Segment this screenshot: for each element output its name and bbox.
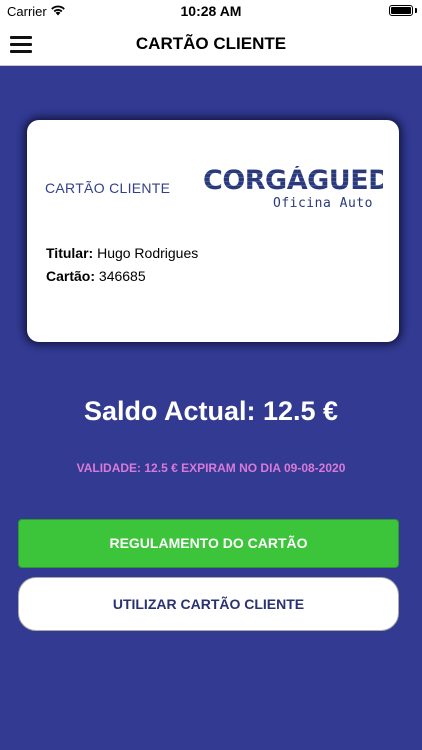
card-label: CARTÃO CLIENTE — [45, 180, 171, 196]
page-title: CARTÃO CLIENTE — [135, 34, 287, 53]
battery-cap — [415, 8, 417, 13]
validity-notice: VALIDADE: 12.5 € EXPIRAM NO DIA 09-08-20… — [76, 461, 346, 475]
holder-value: Hugo Rodrigues — [97, 245, 199, 261]
card-number-label: Cartão: — [46, 268, 99, 284]
brand-logo: CORGÁGUEDA Oficina Auto — [203, 165, 411, 216]
clock-time: 10:28 AM — [180, 3, 242, 19]
card-holder-row: Titular: Hugo Rodrigues — [46, 245, 198, 261]
use-card-button[interactable]: UTILIZAR CARTÃO CLIENTE — [18, 577, 399, 631]
navigation-bar: CARTÃO CLIENTE — [0, 22, 422, 66]
logo-subtitle: Oficina Auto — [273, 196, 373, 211]
logo-main-text: CORGÁGUEDA — [203, 165, 411, 196]
card-number-value: 346685 — [98, 268, 146, 284]
loyalty-card: CARTÃO CLIENTE CORGÁGUEDA Oficina Auto T… — [27, 120, 411, 342]
status-bar: Carrier 10:28 AM — [0, 0, 422, 22]
battery-icon — [389, 5, 413, 16]
card-number-row: Cartão: 346685 — [46, 268, 146, 284]
card-rules-button[interactable]: REGULAMENTO DO CARTÃO — [18, 519, 399, 568]
holder-label: Titular: — [46, 245, 98, 261]
balance-heading: Saldo Actual: 12.5 € — [83, 396, 339, 426]
